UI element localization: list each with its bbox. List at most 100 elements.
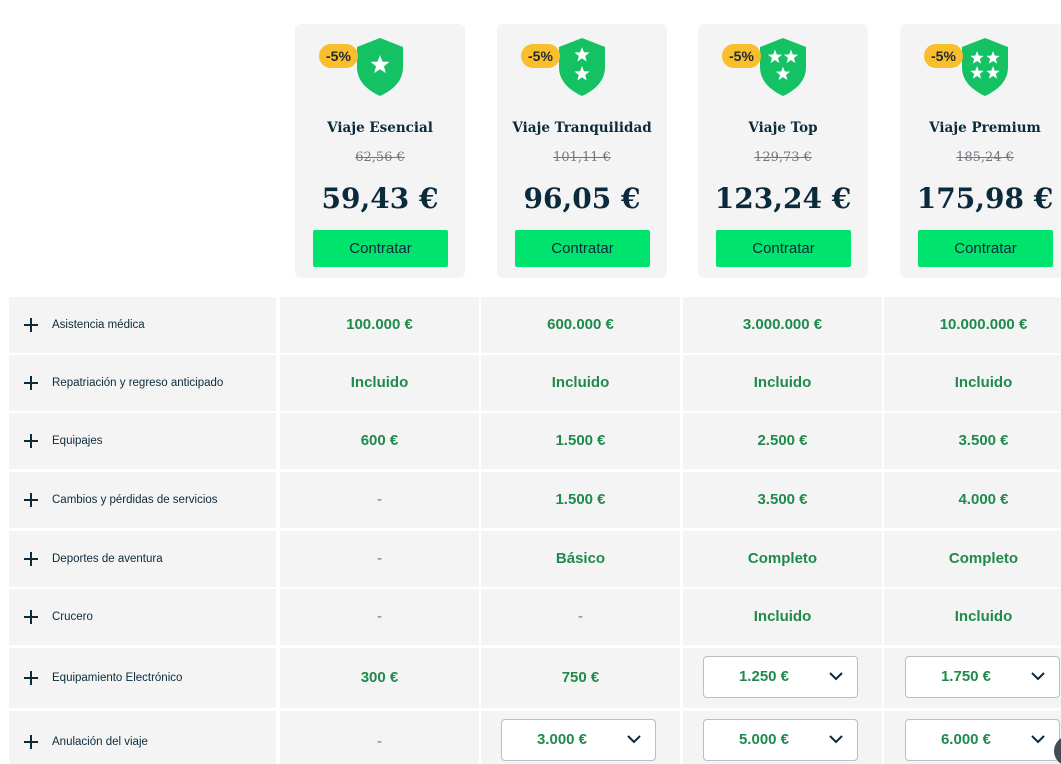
coverage-toggle[interactable]: Equipamiento Electrónico	[9, 648, 276, 708]
coverage-value: -	[578, 608, 583, 625]
discounted-price: 96,05 €	[523, 182, 641, 215]
shield-star-icon	[557, 37, 607, 97]
coverage-toggle[interactable]: Cambios y pérdidas de servicios	[9, 472, 276, 528]
contract-button-premium[interactable]: Contratar	[918, 230, 1053, 267]
contract-button-top[interactable]: Contratar	[716, 230, 851, 267]
chevron-down-icon	[627, 735, 641, 744]
coverage-value: Incluido	[350, 374, 409, 391]
coverage-row-anulacion: Anulación del viaje - 3.000 € 5.000 € 6.…	[9, 711, 1061, 764]
coverage-cell: 10.000.000 €	[884, 297, 1061, 353]
plan-name: Viaje Top	[748, 120, 818, 136]
coverage-value: Incluido	[551, 374, 610, 391]
old-price: 129,73 €	[754, 150, 812, 165]
amount-select[interactable]: 6.000 €	[905, 719, 1060, 761]
coverage-value: 3.500 €	[757, 491, 808, 508]
coverage-cell: 100.000 €	[280, 297, 479, 353]
coverage-toggle[interactable]: Deportes de aventura	[9, 531, 276, 587]
coverage-cell: -	[481, 589, 680, 645]
coverage-toggle[interactable]: Equipajes	[9, 413, 276, 469]
coverage-label: Cambios y pérdidas de servicios	[52, 494, 218, 506]
coverage-label: Repatriación y regreso anticipado	[52, 377, 224, 389]
coverage-label: Equipajes	[52, 435, 103, 447]
plan-card-esencial: -5% Viaje Esencial 62,56 € 59,43 € Contr…	[295, 24, 465, 278]
chevron-down-icon	[829, 672, 843, 681]
coverage-value: 300 €	[360, 669, 399, 686]
shield-star-icon	[355, 37, 405, 97]
amount-select[interactable]: 5.000 €	[703, 719, 858, 761]
coverage-cell: 3.500 €	[884, 413, 1061, 469]
coverage-row-repatriacion: Repatriación y regreso anticipado Inclui…	[9, 355, 1061, 411]
coverage-label: Anulación del viaje	[52, 736, 148, 748]
discounted-price: 175,98 €	[916, 182, 1054, 215]
plan-card-premium: -5% Viaje Premium 185,24 € 175,98 € Cont…	[900, 24, 1061, 278]
coverage-label: Deportes de aventura	[52, 553, 163, 565]
chevron-down-icon	[829, 735, 843, 744]
coverage-toggle[interactable]: Repatriación y regreso anticipado	[9, 355, 276, 411]
coverage-value: 1.500 €	[555, 491, 606, 508]
coverage-value: Incluido	[753, 608, 812, 625]
coverage-row-deportes-aventura: Deportes de aventura - Básico Completo C…	[9, 531, 1061, 587]
contract-button-tranquilidad[interactable]: Contratar	[515, 230, 650, 267]
coverage-value: 4.000 €	[958, 491, 1009, 508]
coverage-value: Incluido	[954, 608, 1013, 625]
coverage-value: 10.000.000 €	[939, 316, 1028, 333]
coverage-value: 100.000 €	[346, 316, 413, 333]
coverage-cell: Incluido	[683, 589, 882, 645]
amount-select[interactable]: 1.750 €	[905, 656, 1060, 698]
selected-amount: 5.000 €	[738, 731, 790, 748]
contract-button-esencial[interactable]: Contratar	[313, 230, 448, 267]
coverage-cell: 2.500 €	[683, 413, 882, 469]
coverage-label: Asistencia médica	[52, 319, 145, 331]
coverage-toggle[interactable]: Crucero	[9, 589, 276, 645]
coverage-value: 2.500 €	[757, 432, 808, 449]
plus-icon	[24, 376, 38, 390]
coverage-row-asistencia-medica: Asistencia médica 100.000 € 600.000 € 3.…	[9, 297, 1061, 353]
amount-select[interactable]: 3.000 €	[501, 719, 656, 761]
coverage-value: 750 €	[561, 669, 600, 686]
coverage-toggle[interactable]: Anulación del viaje	[9, 711, 276, 764]
coverage-cell: 3.500 €	[683, 472, 882, 528]
coverage-value: 3.000.000 €	[742, 316, 823, 333]
discount-badge: -5%	[521, 44, 560, 68]
chevron-down-icon	[1031, 735, 1045, 744]
coverage-cell: Completo	[683, 531, 882, 587]
travel-insurance-comparison: -5% Viaje Esencial 62,56 € 59,43 € Contr…	[0, 0, 1061, 764]
old-price: 62,56 €	[355, 150, 405, 165]
chevron-down-icon	[1031, 672, 1045, 681]
coverage-row-crucero: Crucero - - Incluido Incluido	[9, 589, 1061, 645]
coverage-cell: 1.500 €	[481, 413, 680, 469]
coverage-cell: 1.500 €	[481, 472, 680, 528]
coverage-value: 600 €	[360, 432, 399, 449]
coverage-cell: 1.250 €	[683, 648, 882, 708]
plan-card-tranquilidad: -5% Viaje Tranquilidad 101,11 € 96,05 € …	[497, 24, 667, 278]
coverage-cell: 6.000 €	[884, 711, 1061, 764]
discount-badge: -5%	[924, 44, 963, 68]
coverage-cell: 600 €	[280, 413, 479, 469]
coverage-value: 600.000 €	[547, 316, 614, 333]
coverage-cell: Incluido	[280, 355, 479, 411]
coverage-cell: -	[280, 531, 479, 587]
selected-amount: 1.750 €	[940, 668, 992, 685]
coverage-cell: 1.750 €	[884, 648, 1061, 708]
shield-shape	[962, 38, 1008, 96]
plus-icon	[24, 434, 38, 448]
shield-star-icon	[960, 37, 1010, 97]
coverage-cell: 5.000 €	[683, 711, 882, 764]
coverage-cell: 300 €	[280, 648, 479, 708]
coverage-value: 1.500 €	[555, 432, 606, 449]
coverage-cell: 750 €	[481, 648, 680, 708]
coverage-cell: Incluido	[481, 355, 680, 411]
coverage-value: -	[377, 733, 382, 750]
coverage-cell: 3.000.000 €	[683, 297, 882, 353]
coverage-value: Incluido	[753, 374, 812, 391]
coverage-toggle[interactable]: Asistencia médica	[9, 297, 276, 353]
shield-star-icon	[758, 37, 808, 97]
discounted-price: 123,24 €	[714, 182, 852, 215]
plus-icon	[24, 552, 38, 566]
plus-icon	[24, 735, 38, 749]
coverage-cell: Completo	[884, 531, 1061, 587]
coverage-row-equipamiento-electronico: Equipamiento Electrónico 300 € 750 € 1.2…	[9, 648, 1061, 708]
coverage-cell: -	[280, 711, 479, 764]
coverage-value: Completo	[948, 550, 1019, 567]
amount-select[interactable]: 1.250 €	[703, 656, 858, 698]
